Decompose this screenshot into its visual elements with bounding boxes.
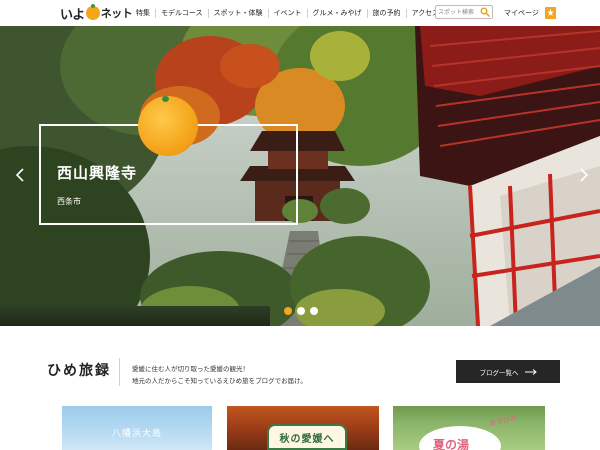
search-input[interactable] (438, 7, 480, 18)
slider-pagination (284, 307, 318, 315)
logo-text-net: ネット (100, 7, 133, 20)
nav-item-events[interactable]: イベント (267, 8, 307, 18)
hero-slider: 西山興隆寺 西条市 (0, 26, 600, 326)
nav-item-spots[interactable]: スポット・体験 (207, 8, 268, 18)
blog-card[interactable]: 秋の愛媛へ (227, 406, 379, 450)
nav-item-features[interactable]: 特集 (131, 9, 155, 18)
section-title: ひめ旅録 (47, 363, 111, 379)
logo-text-iyo: いよ (60, 7, 85, 23)
main-nav: 特集 モデルコース スポット・体験 イベント グルメ・みやげ 旅の予約 アクセス (131, 0, 444, 26)
blog-card-title: 秋の愛媛へ (279, 434, 335, 445)
blog-list-button[interactable]: ブログ一覧へ (456, 360, 560, 383)
slider-dot-2[interactable] (297, 307, 305, 315)
section-description-line2: 地元の人だからこそ知っているえひめ旅をブログでお届け。 (132, 377, 307, 385)
nav-item-booking[interactable]: 旅の予約 (366, 8, 406, 18)
blog-card-banner: 秋の愛媛へ (267, 424, 347, 450)
chevron-left-icon[interactable] (12, 166, 28, 184)
section-divider (119, 358, 120, 386)
arrow-right-icon (524, 368, 537, 375)
search-icon[interactable] (480, 7, 490, 17)
nav-item-model-course[interactable]: モデルコース (155, 8, 208, 18)
blog-card-title: 八幡浜大島 (111, 429, 162, 439)
mypage-link[interactable]: マイページ (504, 8, 539, 18)
hero-title: 西山興隆寺 (57, 164, 138, 182)
blog-list-button-label: ブログ一覧へ (479, 368, 519, 377)
nav-item-gourmet[interactable]: グルメ・みやげ (306, 8, 367, 18)
blog-card[interactable]: 八幡浜大島 (62, 406, 212, 450)
site-header: いよ ネット 特集 モデルコース スポット・体験 イベント グルメ・みやげ 旅の… (0, 0, 600, 26)
orange-logo-icon (85, 4, 100, 20)
blog-card-script: あそびの (488, 414, 518, 428)
orange-mascot-icon (138, 96, 198, 156)
blog-card-title: 夏の湯 (433, 438, 470, 450)
slider-dot-3[interactable] (310, 307, 318, 315)
section-description-line1: 愛媛に住む人が切り取った愛媛の観光！ (132, 365, 249, 373)
site-logo[interactable]: いよ ネット (60, 4, 133, 23)
bookmark-button[interactable] (545, 7, 556, 19)
blog-card[interactable]: あそびの 夏の湯 (393, 406, 545, 450)
bookmark-icon (547, 9, 554, 16)
slider-dot-1[interactable] (284, 307, 292, 315)
spot-search (435, 5, 493, 19)
hero-location: 西条市 (57, 197, 81, 206)
chevron-right-icon[interactable] (576, 166, 592, 184)
